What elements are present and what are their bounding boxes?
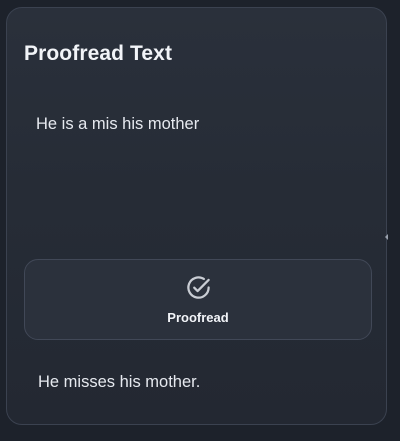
output-text: He misses his mother. — [38, 373, 201, 391]
resize-handle-icon[interactable] — [385, 234, 388, 240]
proofread-panel: Proofread Text He is a mis his mother Pr… — [6, 7, 387, 425]
check-circle-icon — [187, 276, 210, 299]
input-text-area[interactable]: He is a mis his mother — [36, 114, 356, 134]
panel-title: Proofread Text — [24, 42, 173, 65]
proofread-button-label: Proofread — [167, 310, 229, 325]
proofread-button[interactable]: Proofread — [24, 259, 372, 340]
